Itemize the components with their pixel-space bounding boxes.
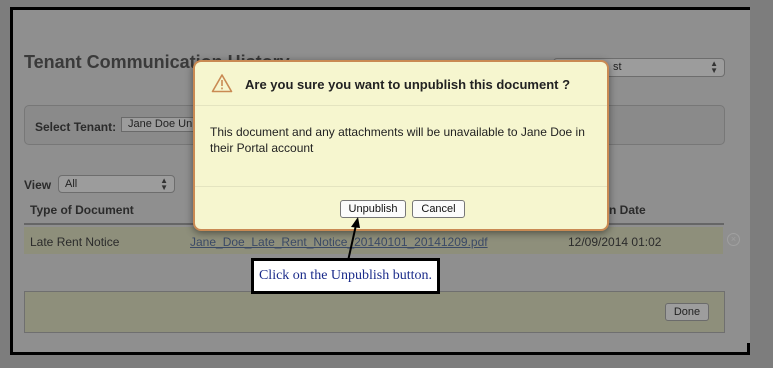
warning-icon	[211, 74, 233, 93]
top-select-value: st	[613, 61, 622, 73]
dialog-title: Are you sure you want to unpublish this …	[245, 77, 571, 92]
view-label: View	[24, 178, 52, 192]
footer-panel: Done	[24, 291, 725, 333]
callout-arrow	[347, 217, 360, 262]
table-row: Late Rent Notice Jane_Doe_Late_Rent_Noti…	[24, 227, 723, 254]
remove-row-icon[interactable]: ×	[727, 233, 740, 246]
dialog-divider	[195, 186, 607, 187]
select-tenant-label: Select Tenant:	[35, 120, 117, 134]
row-type: Late Rent Notice	[30, 235, 120, 249]
view-select-value: All	[65, 178, 78, 190]
cancel-button[interactable]: Cancel	[412, 200, 465, 218]
dialog-divider	[195, 105, 607, 106]
dialog-message: This document and any attachments will b…	[210, 125, 585, 155]
select-arrows-icon: ▲ ▼	[160, 176, 168, 192]
column-header-type: Type of Document	[30, 203, 134, 217]
done-button[interactable]: Done	[665, 303, 709, 321]
instruction-callout: Click on the Unpublish button.	[251, 258, 440, 294]
confirm-dialog: Are you sure you want to unpublish this …	[193, 60, 609, 231]
select-arrows-icon: ▲ ▼	[710, 59, 718, 75]
row-file-link[interactable]: Jane_Doe_Late_Rent_Notice_20140101_20141…	[190, 235, 488, 249]
column-header-date: n Date	[609, 203, 646, 217]
view-select[interactable]: All ▲ ▼	[58, 175, 175, 193]
row-date: 12/09/2014 01:02	[568, 235, 662, 249]
